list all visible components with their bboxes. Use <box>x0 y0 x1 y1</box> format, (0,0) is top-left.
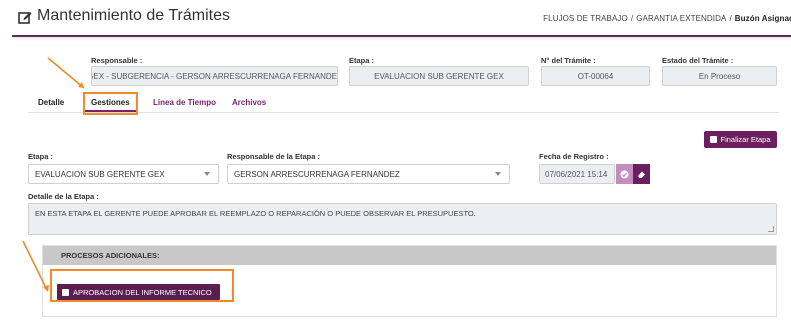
arrow-to-gestiones-tab <box>47 57 85 89</box>
numero-tramite-field: OT-00064 <box>541 66 650 86</box>
arrow-head <box>78 82 84 88</box>
tab-gestiones[interactable]: Gestiones <box>91 98 130 107</box>
page-title: Mantenimiento de Trámites <box>37 7 230 24</box>
breadcrumb-separator: / <box>729 14 732 23</box>
breadcrumb-item-garantia[interactable]: GARANTIA EXTENDIDA <box>636 14 726 23</box>
fecha-registro-field: 07/06/2021 15:14 <box>539 164 615 184</box>
finalizar-etapa-label: Finalizar Etapa <box>720 135 771 144</box>
aprobacion-informe-tecnico-label: APROBACION DEL INFORME TECNICO <box>73 287 212 297</box>
responsable-field: GEX - SUBGERENCIA - GERSON ARRESCURRENAG… <box>91 66 338 86</box>
chevron-down-icon <box>204 172 210 176</box>
header-shadow <box>12 37 791 41</box>
numero-tramite-label: N° del Trámite : <box>541 56 596 65</box>
detalle-etapa-textarea[interactable]: EN ESTA ETAPA EL GERENTE PUEDE APROBAR E… <box>28 203 777 235</box>
tabs-divider <box>28 112 779 113</box>
gestion-etapa-label: Etapa : <box>28 152 54 161</box>
edit-icon <box>18 12 32 24</box>
check-square-icon <box>62 288 69 296</box>
clear-date-button[interactable] <box>633 164 650 184</box>
calendar-check-icon <box>620 170 629 178</box>
check-square-icon <box>710 136 718 143</box>
tab-detalle[interactable]: Detalle <box>38 98 64 107</box>
procesos-adicionales-header: PROCESOS ADICIONALES: <box>43 246 776 265</box>
detalle-etapa-text: EN ESTA ETAPA EL GERENTE PUEDE APROBAR E… <box>35 209 476 218</box>
finalizar-etapa-button[interactable]: Finalizar Etapa <box>704 131 777 148</box>
tab-linea-de-tiempo[interactable]: Linea de Tiempo <box>153 98 216 107</box>
etapa-field: EVALUACION SUB GERENTE GEX <box>349 66 529 86</box>
responsable-label: Responsable : <box>91 56 143 65</box>
procesos-adicionales-panel: PROCESOS ADICIONALES: APROBACION DEL INF… <box>42 245 777 317</box>
estado-tramite-label: Estado del Trámite : <box>662 56 734 65</box>
responsable-etapa-select-value: GERSON ARRESCURRENAGA FERNANDEZ <box>234 169 400 179</box>
breadcrumb-current: Buzón Asignado <box>734 14 791 23</box>
page-header: Mantenimiento de Trámites FLUJOS DE TRAB… <box>0 0 791 33</box>
breadcrumb-separator: / <box>630 14 634 23</box>
aprobacion-informe-tecnico-button[interactable]: APROBACION DEL INFORME TECNICO <box>57 284 220 300</box>
fecha-registro-label: Fecha de Registro : <box>539 152 609 161</box>
tab-archivos[interactable]: Archivos <box>232 98 266 107</box>
detalle-etapa-label: Detalle de la Etapa : <box>28 192 99 201</box>
responsable-etapa-select[interactable]: GERSON ARRESCURRENAGA FERNANDEZ <box>227 164 510 184</box>
eraser-icon <box>638 171 645 178</box>
etapa-select[interactable]: EVALUACION SUB GERENTE GEX <box>28 164 219 184</box>
etapa-label: Etapa : <box>349 56 375 65</box>
etapa-select-value: EVALUACION SUB GERENTE GEX <box>35 169 165 179</box>
estado-tramite-field: En Proceso <box>662 66 777 86</box>
calendar-button[interactable] <box>616 164 633 184</box>
resize-handle[interactable] <box>768 226 774 232</box>
breadcrumb-item-flujos[interactable]: FLUJOS DE TRABAJO <box>543 14 628 23</box>
chevron-down-icon <box>495 172 501 176</box>
responsable-etapa-label: Responsable de la Etapa : <box>227 152 320 161</box>
breadcrumb: FLUJOS DE TRABAJO / GARANTIA EXTENDIDA / Buz… <box>543 14 791 23</box>
